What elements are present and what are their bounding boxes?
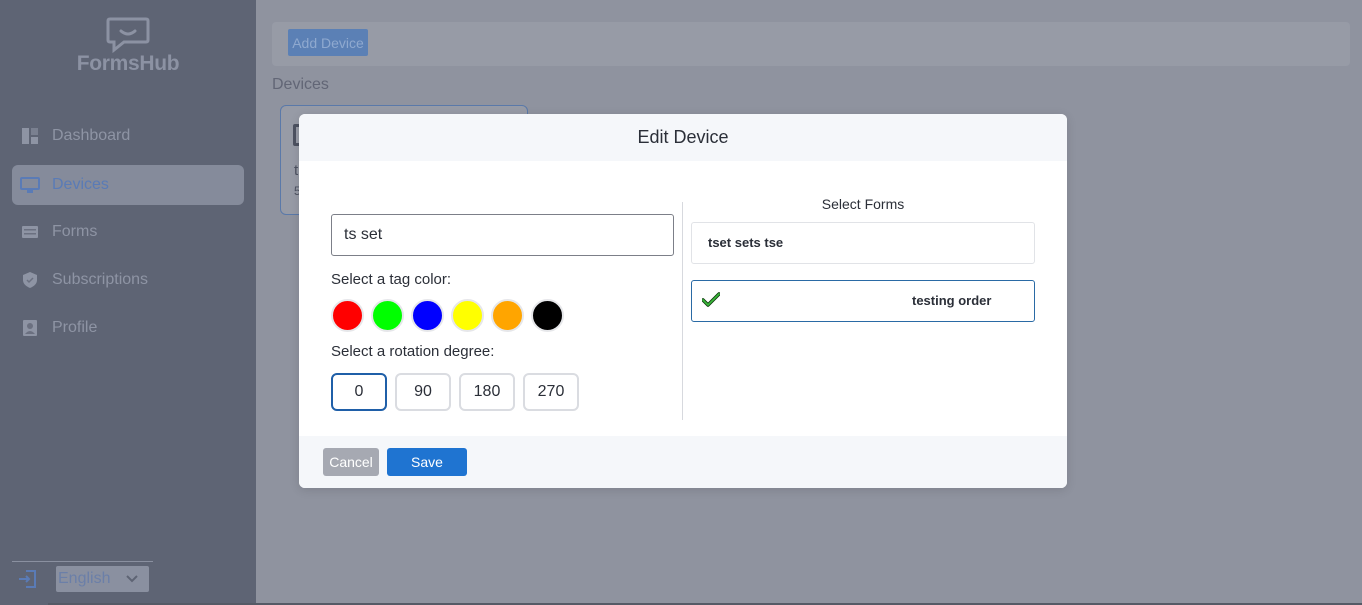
rotation-label: Select a rotation degree: (331, 343, 495, 360)
modal-footer: Cancel Save (299, 436, 1067, 488)
sidebar-item-label: Devices (52, 176, 109, 193)
color-swatch-green[interactable] (371, 299, 404, 332)
language-select[interactable]: English (56, 566, 149, 592)
dashboard-icon (20, 126, 40, 146)
rotation-button-180[interactable]: 180 (459, 373, 515, 411)
form-item-label: tset sets tse (708, 235, 784, 250)
rotation-button-90[interactable]: 90 (395, 373, 451, 411)
sidebar-item-label: Subscriptions (52, 271, 149, 288)
monitor-icon (20, 175, 40, 195)
form-item[interactable]: tset sets tse (691, 222, 1035, 264)
sidebar-item-dashboard[interactable]: Dashboard (12, 116, 244, 156)
devices-heading: Devices (272, 76, 329, 93)
sidebar: FormsHub Dashboard Devices Forms Subscri… (0, 0, 256, 605)
device-card-name: t (294, 162, 299, 179)
form-item-selected[interactable]: testing order (691, 280, 1035, 322)
logout-icon[interactable] (17, 568, 39, 590)
app-name: FormsHub (76, 52, 180, 75)
rotation-button-0[interactable]: 0 (331, 373, 387, 411)
sidebar-item-profile[interactable]: Profile (12, 308, 244, 348)
language-value: English (58, 570, 111, 587)
color-swatch-red[interactable] (331, 299, 364, 332)
modal-title: Edit Device (637, 127, 729, 147)
color-swatch-blue[interactable] (411, 299, 444, 332)
save-button[interactable]: Save (387, 448, 467, 476)
shield-icon (20, 270, 40, 290)
chevron-down-icon (126, 575, 138, 583)
sidebar-item-label: Dashboard (52, 127, 131, 144)
sidebar-item-label: Forms (52, 223, 98, 240)
sidebar-divider (12, 561, 153, 562)
device-name-input[interactable] (331, 214, 674, 256)
sidebar-item-label: Profile (52, 319, 98, 336)
tag-color-label: Select a tag color: (331, 271, 452, 288)
edit-device-modal: Edit Device Select a tag color: Select a… (299, 114, 1067, 488)
profile-icon (20, 318, 40, 338)
rotation-button-270[interactable]: 270 (523, 373, 579, 411)
color-swatch-yellow[interactable] (451, 299, 484, 332)
cancel-button[interactable]: Cancel (323, 448, 379, 476)
sidebar-item-devices[interactable]: Devices (12, 165, 244, 205)
color-swatch-orange[interactable] (491, 299, 524, 332)
column-divider (682, 202, 683, 420)
top-bar (272, 22, 1350, 66)
sidebar-item-forms[interactable]: Forms (12, 212, 244, 252)
sidebar-item-subscriptions[interactable]: Subscriptions (12, 260, 244, 300)
modal-header: Edit Device (299, 114, 1067, 161)
forms-icon (20, 222, 40, 242)
form-item-label: testing order (912, 293, 992, 308)
add-device-button[interactable]: Add Device (288, 29, 368, 56)
checkmark-icon (702, 292, 720, 307)
color-swatch-black[interactable] (531, 299, 564, 332)
app-logo[interactable]: FormsHub (76, 16, 180, 78)
chat-bubble-icon (106, 17, 150, 54)
select-forms-title: Select Forms (821, 196, 905, 212)
